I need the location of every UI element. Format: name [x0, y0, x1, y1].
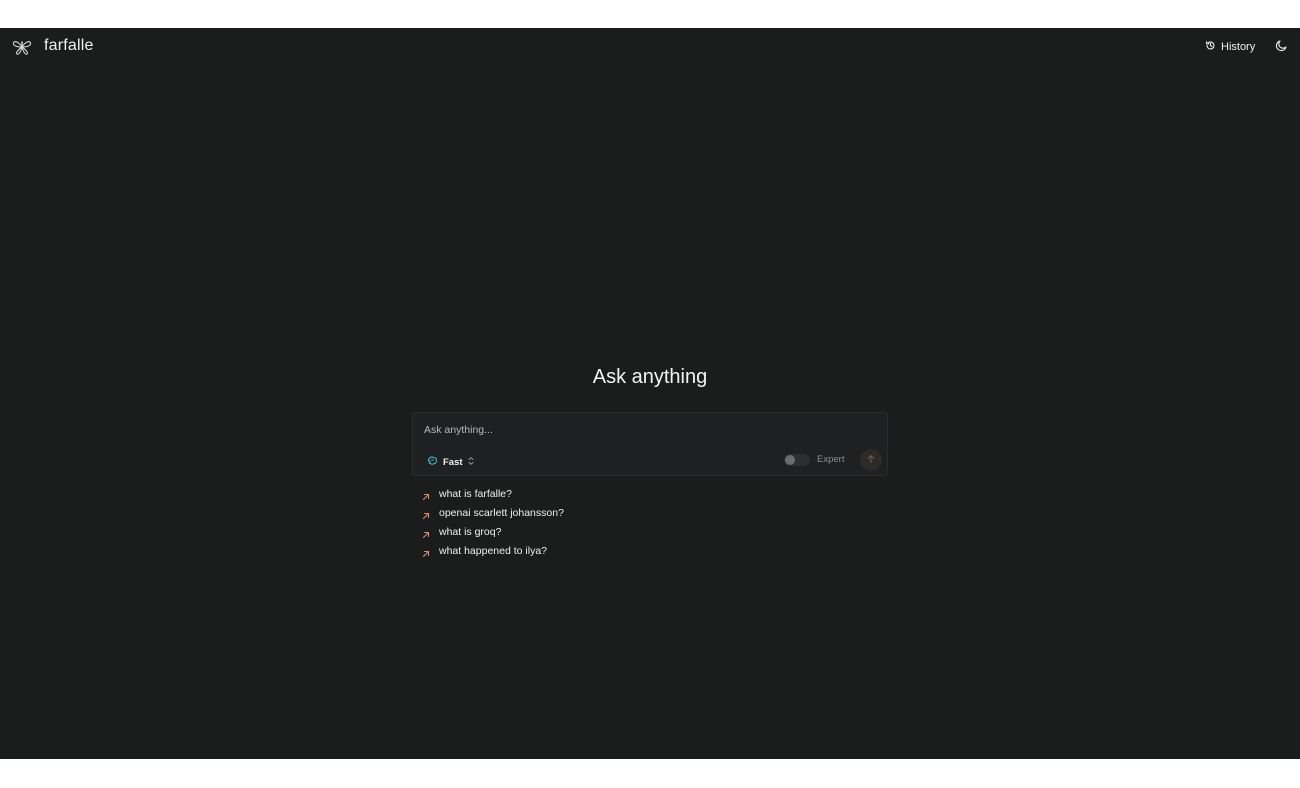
expert-toggle[interactable] — [784, 454, 810, 466]
send-button[interactable] — [860, 449, 882, 471]
ask-panel: Fast Expert — [412, 412, 888, 476]
suggestion-item[interactable]: what is groq? — [420, 522, 820, 541]
suggestion-text: what happened to ilya? — [439, 544, 547, 557]
model-selector[interactable]: Fast — [427, 453, 475, 471]
brand-name[interactable]: farfalle — [44, 37, 94, 55]
app-window: farfalle History Ask anything Ask anythi… — [0, 28, 1300, 759]
suggestion-text: what is groq? — [439, 525, 502, 538]
suggestion-text: what is farfalle? — [439, 487, 512, 500]
arrow-up-icon — [866, 451, 876, 469]
top-navbar: farfalle History — [0, 28, 1300, 66]
expert-label: Expert — [817, 454, 845, 465]
arrow-up-right-icon — [421, 527, 431, 538]
butterfly-icon[interactable] — [12, 38, 32, 56]
model-label: Fast — [443, 456, 463, 468]
suggestion-item[interactable]: what is farfalle? — [420, 484, 820, 503]
moon-icon[interactable] — [1275, 39, 1289, 53]
suggestion-list: what is farfalle? openai scarlett johans… — [420, 484, 820, 560]
arrow-up-right-icon — [421, 489, 431, 500]
chevron-updown-icon — [467, 453, 475, 471]
suggestion-item[interactable]: openai scarlett johansson? — [420, 503, 820, 522]
arrow-up-right-icon — [421, 546, 431, 557]
page-title: Ask anything — [592, 366, 708, 388]
ask-input[interactable] — [424, 421, 864, 439]
suggestion-text: openai scarlett johansson? — [439, 506, 564, 519]
model-icon — [427, 453, 438, 471]
arrow-up-right-icon — [421, 508, 431, 519]
history-icon — [1205, 38, 1216, 56]
history-button[interactable]: History — [1205, 39, 1255, 55]
suggestion-item[interactable]: what happened to ilya? — [420, 541, 820, 560]
history-label: History — [1221, 41, 1256, 53]
toggle-knob — [785, 455, 795, 465]
